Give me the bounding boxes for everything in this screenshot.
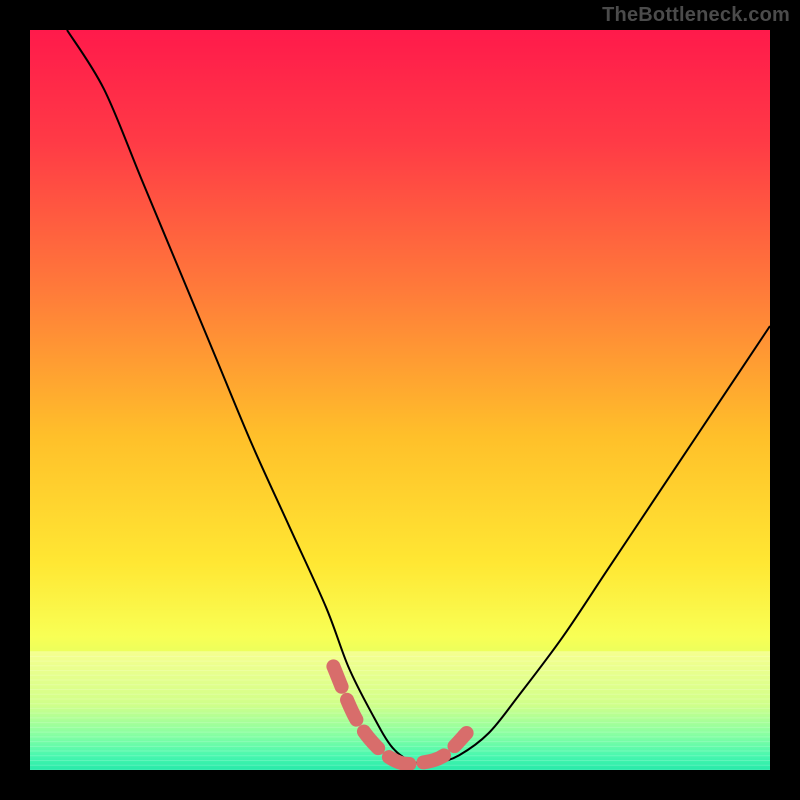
plot-area [30, 30, 770, 770]
chart-frame: TheBottleneck.com [0, 0, 800, 800]
bottom-band [30, 652, 770, 770]
bottleneck-chart-svg [30, 30, 770, 770]
watermark-text: TheBottleneck.com [602, 4, 790, 27]
